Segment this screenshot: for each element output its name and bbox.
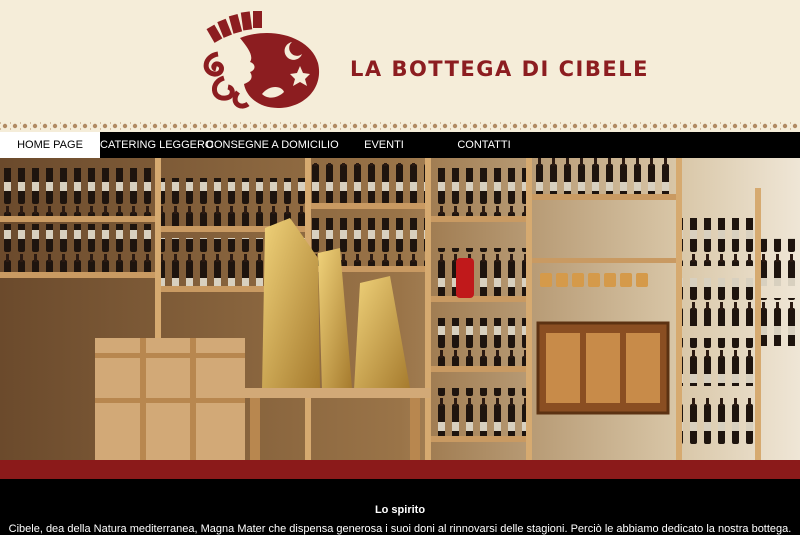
nav-catering-leggero[interactable]: CATERING LEGGERO [100,132,213,158]
brand-name[interactable]: LA BOTTEGA DI CIBELE [350,57,649,81]
nav-consegne-a-domicilio[interactable]: CONSEGNE A DOMICILIO [206,132,339,158]
section-text: Cibele, dea della Natura mediterranea, M… [8,523,792,535]
hero-image [0,158,800,460]
cibele-logo-icon[interactable] [200,8,328,112]
ornament-border [0,120,800,132]
section-lo-spirito: Lo spirito Cibele, dea della Natura medi… [0,479,800,535]
shop-interior-image [0,158,800,460]
nav-home-page[interactable]: HOME PAGE [0,132,100,158]
site-header: LA BOTTEGA DI CIBELE [0,0,800,120]
red-band [0,460,800,479]
section-title: Lo spirito [374,504,426,516]
main-nav: HOME PAGE CATERING LEGGERO CONSEGNE A DO… [0,132,800,158]
nav-contatti[interactable]: CONTATTI [434,132,534,158]
nav-eventi[interactable]: EVENTI [334,132,434,158]
